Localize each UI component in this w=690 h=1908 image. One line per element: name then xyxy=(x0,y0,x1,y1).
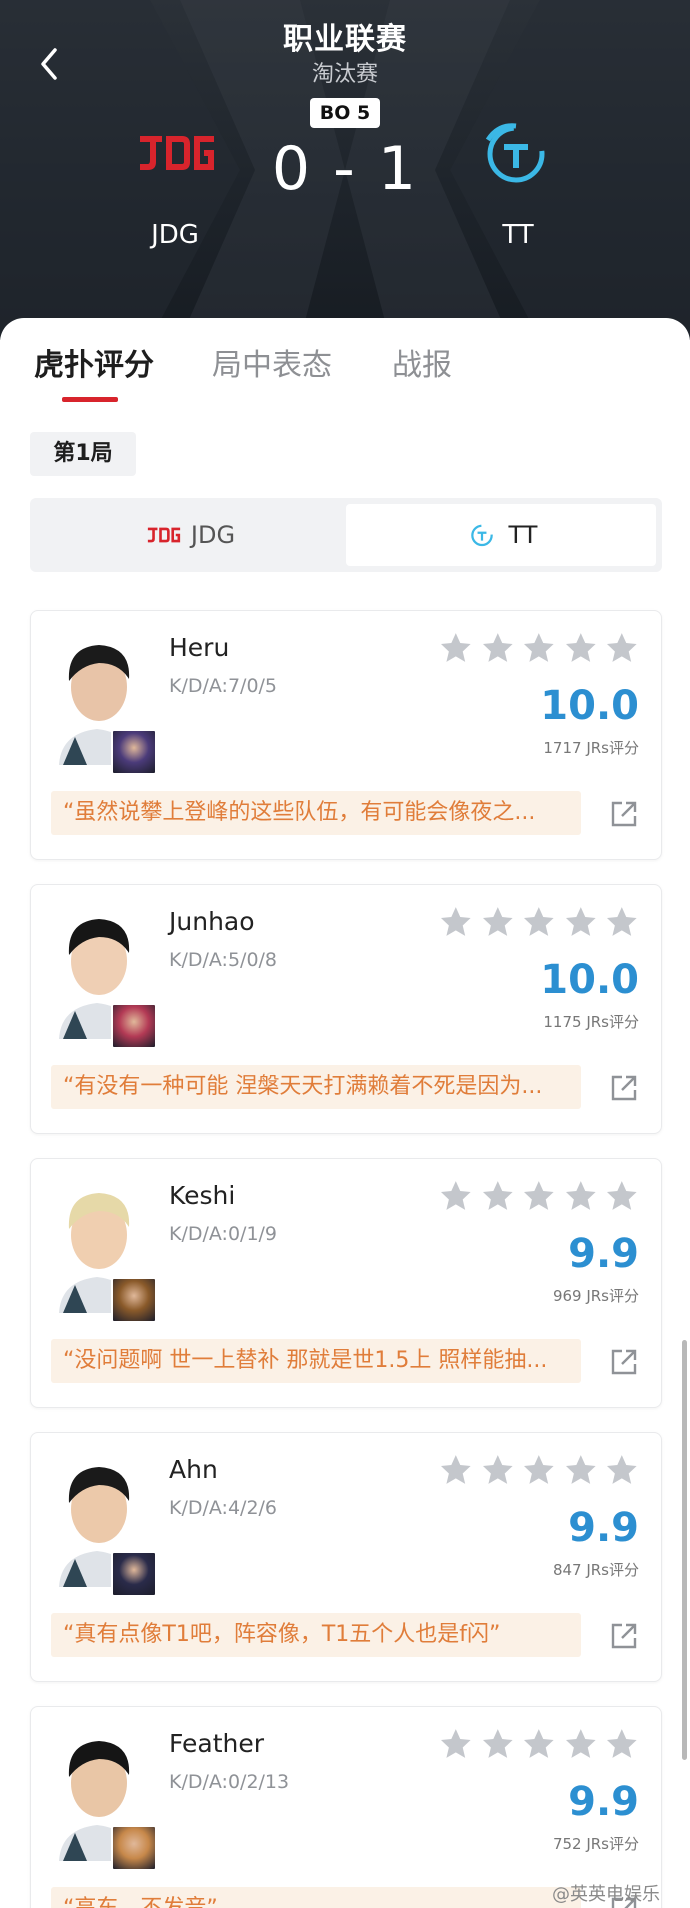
player-kda: K/D/A:4/2/6 xyxy=(169,1497,278,1519)
star-icon[interactable] xyxy=(522,631,556,665)
tab-hupu-rating[interactable]: 虎扑评分 xyxy=(34,340,154,384)
star-icon[interactable] xyxy=(564,631,598,665)
star-icon[interactable] xyxy=(439,905,473,939)
share-icon[interactable] xyxy=(609,799,639,829)
star-icon[interactable] xyxy=(564,1727,598,1761)
team-right-name: TT xyxy=(502,220,534,250)
player-card[interactable]: Feather K/D/A:0/2/13 9.9 752 JRs评分 “高东，不… xyxy=(30,1706,662,1908)
round-selector[interactable]: 第1局 xyxy=(30,432,136,476)
star-icon[interactable] xyxy=(439,1179,473,1213)
player-name: Ahn xyxy=(169,1455,218,1484)
star-icon[interactable] xyxy=(439,631,473,665)
scrollbar[interactable] xyxy=(682,1340,687,1760)
champion-icon xyxy=(111,729,157,775)
player-rating: 10.0 xyxy=(540,683,639,729)
match-header: 职业联赛 淘汰赛 BO 5 0 - 1 JDG TT xyxy=(0,0,690,340)
jdg-logo-icon xyxy=(140,136,214,170)
star-icon[interactable] xyxy=(522,1727,556,1761)
star-icon[interactable] xyxy=(564,1453,598,1487)
star-icon[interactable] xyxy=(439,1453,473,1487)
team-switch-tt-label: TT xyxy=(508,521,538,549)
stage-title: 淘汰赛 xyxy=(311,62,378,87)
star-icon[interactable] xyxy=(522,1453,556,1487)
player-card[interactable]: Ahn K/D/A:4/2/6 9.9 847 JRs评分 “真有点像T1吧，阵… xyxy=(30,1432,662,1682)
star-icon[interactable] xyxy=(605,1179,639,1213)
player-rating: 9.9 xyxy=(568,1505,639,1551)
star-icon[interactable] xyxy=(522,1179,556,1213)
star-rating-input[interactable] xyxy=(439,631,639,665)
champion-icon xyxy=(111,1551,157,1597)
rating-count: 969 JRs评分 xyxy=(552,1287,639,1305)
top-comment[interactable]: “没问题啊 世一上替补 那就是世1.5上 照样能抽... xyxy=(51,1339,581,1383)
team-switch: JDG TT xyxy=(30,498,662,572)
tt-logo-icon xyxy=(470,524,493,547)
rating-count: 1717 JRs评分 xyxy=(543,739,639,757)
watermark-text: @英英电娱乐 xyxy=(552,1884,660,1905)
rating-count: 1175 JRs评分 xyxy=(543,1013,639,1031)
rating-count: 752 JRs评分 xyxy=(552,1835,639,1853)
star-icon[interactable] xyxy=(481,1179,515,1213)
star-icon[interactable] xyxy=(564,1179,598,1213)
player-rating: 9.9 xyxy=(568,1779,639,1825)
player-name: Feather xyxy=(169,1729,265,1758)
team-switch-jdg[interactable]: JDG xyxy=(36,504,346,566)
star-icon[interactable] xyxy=(481,1453,515,1487)
share-icon[interactable] xyxy=(609,1347,639,1377)
player-kda: K/D/A:0/2/13 xyxy=(169,1771,290,1793)
player-kda: K/D/A:7/0/5 xyxy=(169,675,278,697)
star-icon[interactable] xyxy=(481,631,515,665)
tab-match-report[interactable]: 战报 xyxy=(392,340,452,384)
star-rating-input[interactable] xyxy=(439,905,639,939)
star-icon[interactable] xyxy=(605,631,639,665)
star-icon[interactable] xyxy=(522,905,556,939)
player-rating: 9.9 xyxy=(568,1231,639,1277)
star-icon[interactable] xyxy=(481,905,515,939)
rating-count: 847 JRs评分 xyxy=(552,1561,639,1579)
active-tab-indicator xyxy=(62,397,118,402)
star-icon[interactable] xyxy=(605,1453,639,1487)
player-rating: 10.0 xyxy=(540,957,639,1003)
player-kda: K/D/A:0/1/9 xyxy=(169,1223,278,1245)
top-comment[interactable]: “虽然说攀上登峰的这些队伍，有可能会像夜之... xyxy=(51,791,581,835)
star-icon[interactable] xyxy=(605,905,639,939)
star-rating-input[interactable] xyxy=(439,1179,639,1213)
team-switch-jdg-label: JDG xyxy=(190,521,236,549)
player-name: Junhao xyxy=(169,907,255,936)
star-icon[interactable] xyxy=(605,1727,639,1761)
top-comment[interactable]: “有没有一种可能 涅槃天天打满赖着不死是因为... xyxy=(51,1065,581,1109)
star-icon[interactable] xyxy=(564,905,598,939)
series-format-badge: BO 5 xyxy=(310,98,380,128)
player-name: Keshi xyxy=(169,1181,236,1210)
player-card[interactable]: Heru K/D/A:7/0/5 10.0 1717 JRs评分 “虽然说攀上登… xyxy=(30,610,662,860)
star-icon[interactable] xyxy=(439,1727,473,1761)
tt-logo-icon xyxy=(485,123,545,183)
player-kda: K/D/A:5/0/8 xyxy=(169,949,278,971)
team-left-name: JDG xyxy=(151,220,199,250)
watermark: @英英电娱乐 xyxy=(552,1880,660,1906)
share-icon[interactable] xyxy=(609,1073,639,1103)
jdg-logo-icon xyxy=(147,527,181,543)
star-icon[interactable] xyxy=(481,1727,515,1761)
champion-icon xyxy=(111,1003,157,1049)
player-card[interactable]: Keshi K/D/A:0/1/9 9.9 969 JRs评分 “没问题啊 世一… xyxy=(30,1158,662,1408)
player-name: Heru xyxy=(169,633,230,662)
star-rating-input[interactable] xyxy=(439,1727,639,1761)
player-card[interactable]: Junhao K/D/A:5/0/8 10.0 1175 JRs评分 “有没有一… xyxy=(30,884,662,1134)
league-title: 职业联赛 xyxy=(283,22,407,57)
top-comment[interactable]: “真有点像T1吧，阵容像，T1五个人也是f闪” xyxy=(51,1613,581,1657)
match-score: 0 - 1 xyxy=(271,134,419,204)
champion-icon xyxy=(111,1277,157,1323)
team-switch-tt[interactable]: TT xyxy=(346,504,656,566)
tab-in-game-reactions[interactable]: 局中表态 xyxy=(212,340,332,384)
share-icon[interactable] xyxy=(609,1621,639,1651)
champion-icon xyxy=(111,1825,157,1871)
top-comment[interactable]: “高东，不发音” xyxy=(51,1887,581,1908)
star-rating-input[interactable] xyxy=(439,1453,639,1487)
